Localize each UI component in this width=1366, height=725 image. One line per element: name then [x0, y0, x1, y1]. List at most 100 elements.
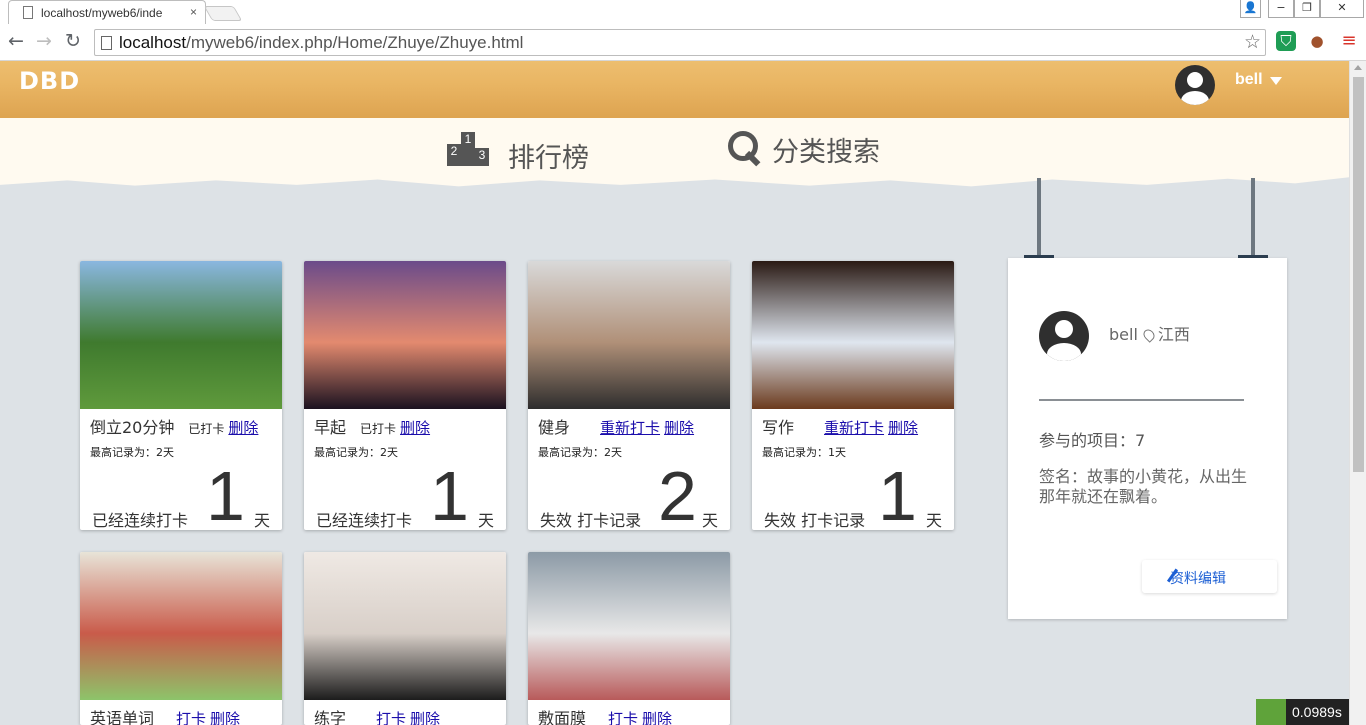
address-bar[interactable]: localhost/myweb6/index.php/Home/Zhuye/Zh…	[94, 29, 1266, 56]
delete-link[interactable]: 删除	[642, 710, 672, 725]
streak-count: 1	[430, 457, 469, 530]
task-card-header: 敷面膜 打卡 删除	[538, 705, 724, 725]
best-record: 最高记录为：2天	[90, 446, 174, 459]
task-card: 早起 已打卡 删除 最高记录为：2天已经连续打卡 1 天	[304, 261, 506, 530]
profile-avatar	[1039, 311, 1089, 361]
nav-leaderboard[interactable]: 排行榜	[508, 136, 589, 175]
checkin-link[interactable]: 打卡	[376, 710, 406, 725]
maximize-button[interactable]: ❐	[1294, 0, 1320, 18]
delete-link[interactable]: 删除	[210, 710, 240, 725]
podium-icon[interactable]: 2 1 3	[447, 132, 489, 166]
streak-count: 1	[206, 457, 245, 530]
task-photo	[752, 261, 954, 409]
task-card: 倒立20分钟 已打卡 删除最高记录为：2天已经连续打卡 1 天	[80, 261, 282, 530]
url-path: /myweb6/index.php/Home/Zhuye/Zhuye.html	[186, 33, 524, 52]
task-photo	[80, 261, 282, 409]
task-card: 练字 打卡 删除	[304, 552, 506, 725]
podium-first: 1	[461, 132, 475, 166]
back-arrow-icon[interactable]: ←	[8, 31, 24, 51]
profile-name-location: bell 江西	[1109, 321, 1190, 345]
podium-second: 2	[447, 144, 461, 166]
task-card-header: 倒立20分钟 已打卡 删除	[90, 414, 276, 437]
thinkphp-logo-icon	[1256, 699, 1286, 725]
user-avatar[interactable]	[1175, 65, 1215, 105]
task-photo	[304, 261, 506, 409]
bookmark-star-icon[interactable]: ☆	[1244, 31, 1261, 54]
performance-badge: 0.0989s	[1256, 699, 1349, 725]
streak-unit: 天	[478, 511, 495, 530]
delete-link[interactable]: 删除	[664, 419, 694, 437]
profile-name: bell	[1109, 325, 1138, 344]
streak-count: 2	[658, 457, 697, 530]
delete-link[interactable]: 删除	[410, 710, 440, 725]
browser-tab[interactable]: localhost/myweb6/inde ×	[8, 0, 206, 24]
profile-card: bell 江西 参与的项目：7 签名：故事的小黄花，从出生那年就还在飘着。 资料编…	[1008, 258, 1287, 619]
user-name[interactable]: bell	[1235, 71, 1263, 89]
divider	[1039, 399, 1244, 401]
task-photo	[528, 552, 730, 700]
task-card: 英语单词 打卡 删除	[80, 552, 282, 725]
recheckin-link[interactable]: 重新打卡	[600, 419, 660, 437]
checkin-status: 已打卡	[188, 422, 225, 436]
streak-unit: 天	[926, 511, 943, 530]
streak-unit: 天	[702, 511, 719, 530]
streak-label: 失效 打卡记录	[540, 511, 642, 530]
browser-tab-strip: localhost/myweb6/inde × 👤 − ❐ ✕	[0, 0, 1366, 24]
site-logo[interactable]: DBD	[19, 67, 80, 95]
delete-link[interactable]: 删除	[400, 419, 430, 437]
profile-window-button[interactable]: 👤	[1240, 0, 1261, 18]
reload-icon[interactable]: ↻	[65, 31, 81, 51]
forward-arrow-icon[interactable]: →	[36, 31, 52, 51]
streak-count: 1	[878, 457, 917, 530]
profile-location: 江西	[1157, 325, 1190, 344]
tab-title: localhost/myweb6/inde	[41, 6, 163, 20]
shield-extension-icon[interactable]: ⛉	[1276, 31, 1296, 51]
nav-category-search[interactable]: 分类搜索	[772, 130, 880, 169]
task-card-header: 写作 重新打卡 删除	[762, 414, 948, 437]
chevron-down-icon[interactable]	[1270, 77, 1282, 85]
task-title: 早起	[314, 418, 347, 437]
scrollbar-thumb[interactable]	[1353, 77, 1364, 472]
task-title: 练字	[314, 709, 347, 725]
cookie-extension-icon[interactable]: ●	[1307, 31, 1327, 51]
site-header: DBD bell	[0, 61, 1349, 119]
edit-profile-button[interactable]: 资料编辑	[1142, 560, 1277, 593]
streak-label: 已经连续打卡	[316, 511, 413, 530]
task-title: 写作	[762, 418, 795, 437]
podium-third: 3	[475, 148, 489, 166]
task-card: 健身 重新打卡 删除最高记录为：2天失效 打卡记录 2 天	[528, 261, 730, 530]
task-card: 写作 重新打卡 删除最高记录为：1天失效 打卡记录 1 天	[752, 261, 954, 530]
hanging-rope	[1037, 178, 1041, 258]
sub-navigation: 2 1 3 排行榜 分类搜索	[0, 118, 1349, 187]
new-tab-button[interactable]	[203, 6, 243, 21]
recheckin-link[interactable]: 重新打卡	[824, 419, 884, 437]
streak-label: 已经连续打卡	[92, 511, 189, 530]
task-photo	[80, 552, 282, 700]
minimize-button[interactable]: −	[1268, 0, 1294, 18]
task-title: 健身	[538, 418, 571, 437]
scroll-up-icon[interactable]	[1354, 65, 1362, 70]
checkin-link[interactable]: 打卡	[176, 710, 206, 725]
close-tab-icon[interactable]: ×	[190, 5, 197, 19]
delete-link[interactable]: 删除	[228, 419, 258, 437]
delete-link[interactable]: 删除	[888, 419, 918, 437]
checkin-status: 已打卡	[360, 422, 397, 436]
hanging-rope	[1251, 178, 1255, 258]
task-photo	[528, 261, 730, 409]
browser-toolbar: ← → ↻ localhost/myweb6/index.php/Home/Zh…	[0, 24, 1366, 61]
checkin-link[interactable]: 打卡	[608, 710, 638, 725]
streak-unit: 天	[254, 511, 271, 530]
performance-time: 0.0989s	[1292, 704, 1342, 720]
location-pin-icon	[1141, 327, 1157, 343]
page-scrollbar[interactable]	[1349, 61, 1366, 725]
best-record: 最高记录为：1天	[762, 446, 846, 459]
close-window-button[interactable]: ✕	[1320, 0, 1364, 18]
best-record: 最高记录为：2天	[314, 446, 398, 459]
edit-profile-label: 资料编辑	[1170, 571, 1226, 587]
streak-label: 失效 打卡记录	[764, 511, 866, 530]
task-card-header: 练字 打卡 删除	[314, 705, 500, 725]
menu-icon[interactable]: ≡	[1339, 31, 1359, 51]
page-icon	[101, 36, 112, 50]
best-record: 最高记录为：2天	[538, 446, 622, 459]
search-icon[interactable]	[728, 131, 762, 165]
